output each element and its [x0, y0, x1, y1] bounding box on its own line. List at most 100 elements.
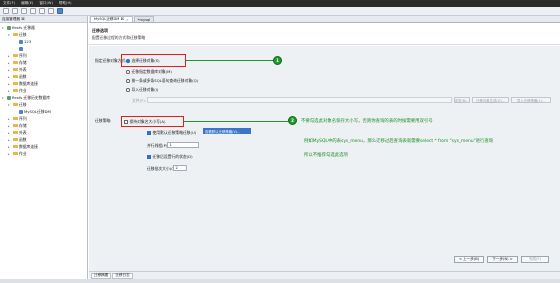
- radio-icon: [126, 70, 130, 74]
- option-select-objects[interactable]: 选择迁移对象(S): [126, 58, 160, 64]
- chevron-right-icon[interactable]: ▸: [8, 82, 11, 86]
- tree-item[interactable]: 123: [0, 38, 87, 45]
- parallel-value: 1: [169, 143, 172, 147]
- checkbox-icon: [124, 120, 128, 124]
- page-title: 迁移选项: [92, 28, 108, 33]
- tree-item-label: 函数: [19, 136, 27, 142]
- folder-icon: [12, 88, 18, 93]
- tree-item[interactable]: ▾ 迁移: [0, 31, 87, 38]
- tree-item[interactable]: ▾ flexfs 迁移器: [0, 24, 87, 31]
- chevron-down-icon[interactable]: ▾: [8, 103, 11, 107]
- chevron-right-icon[interactable]: ▸: [8, 54, 11, 58]
- tree-item[interactable]: ▾ flexfs 迁移历史数据库: [0, 94, 87, 101]
- save-icon[interactable]: [12, 8, 18, 14]
- view-default-strategy-button[interactable]: 查看默认迁移策略(V)...: [203, 128, 251, 134]
- option-label: 迁移指定数据库对象(M): [131, 69, 172, 74]
- strategy-label: 迁移策略:: [95, 118, 112, 123]
- menu-help[interactable]: 帮助(H): [59, 1, 72, 6]
- annotation-text-3: 所以不推荐勾选此选项: [304, 153, 348, 158]
- import-strategy-button[interactable]: 导入迁移策略(L)...: [511, 97, 551, 103]
- chevron-down-icon[interactable]: ▾: [2, 26, 5, 30]
- tree-item-label: 数据库连接: [19, 80, 38, 86]
- close-icon[interactable]: ✕: [126, 18, 129, 22]
- tree-item-label: 存储: [19, 59, 27, 65]
- chevron-right-icon[interactable]: ▸: [8, 152, 11, 156]
- tree-item[interactable]: ▸ 函数: [0, 136, 87, 143]
- tree-item-label: 外表: [19, 66, 27, 72]
- chevron-down-icon[interactable]: ▾: [8, 33, 11, 37]
- tab-migration-summary[interactable]: 迁移摘要: [91, 272, 112, 279]
- tab-mysql-migrate[interactable]: MySQL迁移DM ⌘ ✕: [90, 16, 133, 22]
- tree-item-label: 数据库连接: [19, 143, 38, 149]
- tree-item[interactable]: ▸ 存储: [0, 122, 87, 129]
- chevron-right-icon[interactable]: ▸: [8, 75, 11, 79]
- editor-tabs: MySQL迁移DM ⌘ ✕ *mysql: [89, 16, 560, 23]
- toolbar: [0, 7, 560, 16]
- new-icon[interactable]: [3, 8, 9, 14]
- checkbox-icon: [147, 155, 151, 159]
- chevron-right-icon[interactable]: ▸: [8, 124, 11, 128]
- annotation-text-1: 不要勾选此对象名保存大小写，否则你查询的表的时候需要用双引号: [301, 119, 433, 124]
- folder-icon: [12, 32, 18, 37]
- refresh-icon[interactable]: [39, 8, 45, 14]
- file-path-input[interactable]: [147, 97, 452, 103]
- finish-button[interactable]: 完成(F): [521, 256, 549, 263]
- undo-icon[interactable]: [21, 8, 27, 14]
- menu-edit[interactable]: 编辑(E): [21, 1, 33, 6]
- chevron-right-icon[interactable]: ▸: [8, 68, 11, 72]
- chevron-right-icon[interactable]: ▸: [8, 89, 11, 93]
- tree-item[interactable]: ▸ 存储: [0, 59, 87, 66]
- parallel-select[interactable]: 1: [167, 142, 199, 148]
- chevron-right-icon[interactable]: ▸: [8, 61, 11, 65]
- option-label: 使用默认迁移策略迁移(U): [152, 130, 197, 135]
- tree-item-label: 函数: [19, 73, 27, 79]
- redo-icon[interactable]: [30, 8, 36, 14]
- wizard-header: [89, 23, 560, 45]
- next-button[interactable]: 下一步(N) >: [487, 256, 518, 263]
- chevron-right-icon[interactable]: ▸: [8, 117, 11, 121]
- tree-item[interactable]: ▾ 迁移: [0, 101, 87, 108]
- tree-item[interactable]: ▸ 序列: [0, 52, 87, 59]
- batch-size-input[interactable]: 2: [173, 165, 187, 171]
- tree-item[interactable]: [0, 45, 87, 52]
- chevron-right-icon[interactable]: ▸: [8, 131, 11, 135]
- tree-item[interactable]: ▸ 作业: [0, 150, 87, 157]
- back-button[interactable]: < 上一步(B): [454, 256, 484, 263]
- option-import-objects[interactable]: 导入迁移对象(I): [126, 87, 158, 93]
- folder-icon: [12, 53, 18, 58]
- tree-item-label: 序列: [19, 115, 27, 121]
- tab-mysql[interactable]: *mysql: [133, 16, 155, 22]
- tree-item[interactable]: ▸ 数据库连接: [0, 80, 87, 87]
- option-set-row-status[interactable]: 迁移后设置行的状态(D): [147, 154, 193, 160]
- folder-icon: [12, 116, 18, 121]
- browse-button[interactable]: 浏览(B)...: [454, 97, 470, 103]
- option-specified-objects[interactable]: 迁移指定数据库对象(M): [126, 69, 172, 75]
- run-icon[interactable]: [57, 8, 63, 14]
- wizard-content: 迁移选项 配置迁移过程的方式和迁移策略 指定迁移对象方式: 选择迁移对象(S) …: [89, 23, 560, 271]
- option-keep-case[interactable]: 保持对象名大小写(A): [124, 119, 165, 125]
- tree-item[interactable]: ▸ 外表: [0, 66, 87, 73]
- tree-item[interactable]: ▸ 数据库连接: [0, 143, 87, 150]
- option-sql-query[interactable]: 按一条或多条SQL语句查询迁移对象(Q): [126, 78, 198, 84]
- checkbox-icon: [147, 131, 151, 135]
- tree-item[interactable]: ▸ 作业: [0, 87, 87, 94]
- menu-file[interactable]: 文件(F): [3, 1, 15, 6]
- connect-icon[interactable]: [48, 8, 54, 14]
- option-default-strategy[interactable]: 使用默认迁移策略迁移(U): [147, 130, 196, 136]
- chevron-right-icon[interactable]: ▸: [8, 145, 11, 149]
- tab-label: *mysql: [137, 17, 151, 22]
- chevron-down-icon[interactable]: ▾: [2, 96, 5, 100]
- tree-item[interactable]: ▸ 序列: [0, 115, 87, 122]
- chevron-right-icon[interactable]: ▸: [8, 138, 11, 142]
- annotation-text-2: 例如MySQL中的表sys_menu，那么迁移过后查询表就需要select * …: [304, 139, 494, 144]
- tree-item[interactable]: ▸ 外表: [0, 129, 87, 136]
- annotation-badge-2: 2: [288, 116, 297, 125]
- folder-icon: [12, 102, 18, 107]
- tree-item[interactable]: MySQL迁移DM: [0, 108, 87, 115]
- tree-item[interactable]: ▸ 函数: [0, 73, 87, 80]
- tree-item-label: 外表: [19, 129, 27, 135]
- menu-window[interactable]: 窗口(W): [39, 1, 53, 6]
- tab-migration-log[interactable]: 迁移日志: [112, 272, 133, 279]
- folder-icon: [12, 81, 18, 86]
- generate-objects-button[interactable]: 迁移对象生成(G)...: [472, 97, 509, 103]
